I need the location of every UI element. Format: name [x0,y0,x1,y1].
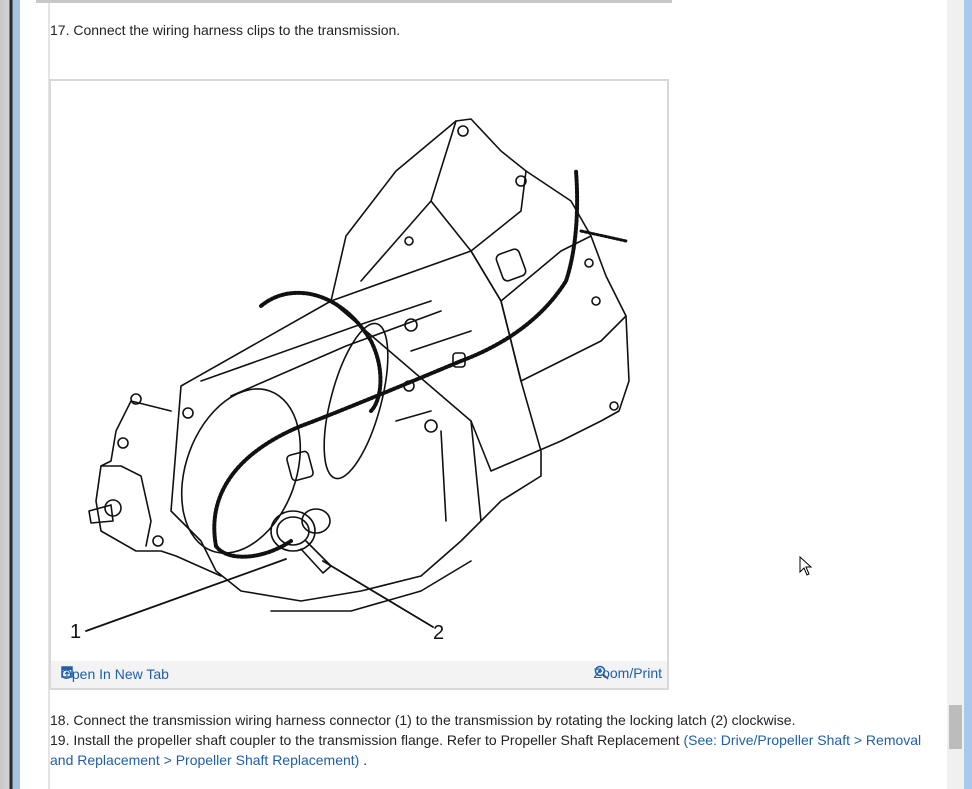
background-window-edge [0,0,20,789]
step-19-text: 19. Install the propeller shaft coupler … [50,732,684,748]
mouse-cursor-icon [799,556,813,576]
open-new-tab-icon [61,666,73,678]
scrollbar-thumb[interactable] [949,705,962,749]
step-17: 17. Connect the wiring harness clips to … [50,22,401,38]
callout-2: 2 [433,622,445,644]
open-in-new-tab-label: Open In New Tab [61,666,169,682]
window-edge-right [964,0,972,789]
magnifier-plus-icon [594,665,609,680]
step-18: 18. Connect the transmission wiring harn… [50,712,796,728]
step-19-end: . [359,752,368,768]
propeller-shaft-link-continued[interactable]: and Replacement > Propeller Shaft Replac… [50,752,359,768]
step-19: 19. Install the propeller shaft coupler … [50,730,921,750]
step-19-continued: and Replacement > Propeller Shaft Replac… [50,750,367,770]
transmission-figure: 1 2 Open In New Tab Zoom/Print [49,79,669,690]
transmission-illustration [85,118,630,632]
zoom-print-link[interactable]: Zoom/Print [594,665,662,681]
figure-caption-bar: Open In New Tab Zoom/Print [51,661,667,688]
callout-1: 1 [70,621,82,643]
propeller-shaft-link[interactable]: (See: Drive/Propeller Shaft > Removal [683,732,921,748]
previous-figure-bottom-edge [36,0,672,3]
open-in-new-tab-link[interactable]: Open In New Tab [61,666,169,682]
vertical-scrollbar[interactable] [947,0,964,789]
